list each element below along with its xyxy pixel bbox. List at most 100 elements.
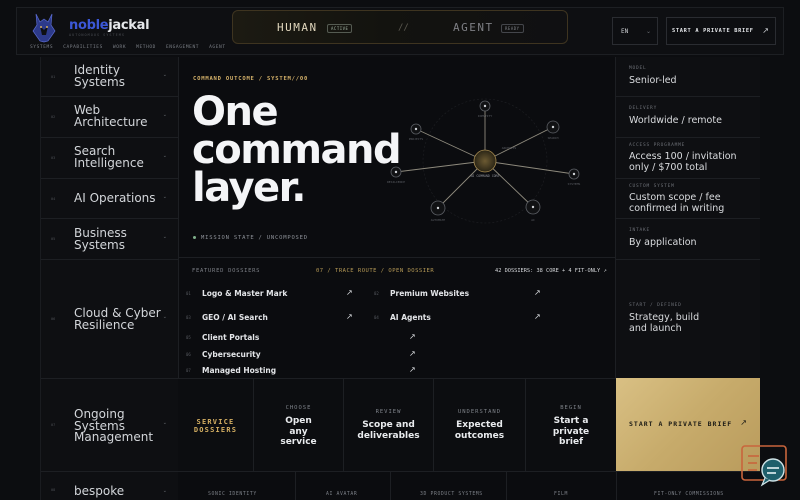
network-center-label: NJ COMMAND CORE: [471, 174, 500, 178]
jackal-logo-icon[interactable]: [31, 13, 57, 43]
fact-start-defined: START / DEFINED Strategy, build and laun…: [616, 260, 760, 378]
action-body: Start a private brief: [552, 416, 590, 447]
dossier-label: Logo & Master Mark: [202, 289, 288, 298]
dossier-geo-ai-search[interactable]: 03 GEO / AI Search ↗: [186, 312, 356, 326]
dossier-number: 01: [186, 291, 191, 296]
sidebar-item-label: Cloud & Cyber Resilience: [74, 306, 161, 332]
agent-status-badge: READY: [501, 24, 524, 33]
mode-switch: HUMAN ACTIVE // AGENT READY: [232, 10, 568, 44]
strip-item-ai-avatar[interactable]: AI AVATAR: [326, 492, 357, 497]
dossier-cybersecurity[interactable]: 06 Cybersecurity ↗: [186, 349, 426, 363]
fact-key: DELIVERY: [629, 106, 658, 111]
nav-engagement[interactable]: ENGAGEMENT: [166, 45, 199, 50]
dossier-label: Premium Websites: [390, 289, 470, 298]
dossier-logo-master-mark[interactable]: 01 Logo & Master Mark ↗: [186, 288, 356, 302]
sidebar-item-number: 06: [51, 317, 56, 321]
sidebar-item-ongoing-systems-management[interactable]: 07 Ongoing Systems Management ⌄: [41, 379, 179, 472]
dossier-number: 04: [374, 315, 379, 320]
dossier-label: Managed Hosting: [202, 366, 277, 375]
dossier-managed-hosting[interactable]: 07 Managed Hosting ↗: [186, 365, 426, 379]
action-begin[interactable]: BEGIN Start a private brief: [526, 379, 616, 472]
action-review[interactable]: REVIEW Scope and deliverables: [344, 379, 434, 472]
nav-capabilities[interactable]: CAPABILITIES: [63, 45, 103, 50]
service-dossiers-tab[interactable]: SERVICE DOSSIERS: [178, 379, 254, 472]
fact-key: START / DEFINED: [629, 303, 682, 308]
sidebar-item-ai-operations[interactable]: 04 AI Operations ⌄: [41, 179, 179, 219]
fact-key: CUSTOM SYSTEM: [629, 184, 675, 189]
sidebar-item-web-architecture[interactable]: 02 Web Architecture ⌄: [41, 97, 179, 138]
strip-item-sonic-identity[interactable]: SONIC IDENTITY: [208, 492, 257, 497]
fact-key: INTAKE: [629, 228, 651, 233]
dossier-number: 06: [186, 352, 191, 357]
mode-agent-toggle[interactable]: AGENT: [453, 21, 494, 34]
nav-method[interactable]: METHOD: [136, 45, 156, 50]
command-core-network[interactable]: NJ COMMAND CORE IDENTITY PROJECTS SEARCH…: [369, 97, 599, 227]
arrow-up-right-icon: ↗: [534, 312, 541, 321]
dossier-premium-websites[interactable]: 02 Premium Websites ↗: [374, 288, 544, 302]
brand-name[interactable]: noblejackal: [69, 18, 150, 33]
language-select[interactable]: EN ⌄: [612, 17, 658, 45]
dossier-label: GEO / AI Search: [202, 313, 268, 322]
fact-value: Strategy, build and launch: [629, 312, 700, 334]
nav-systems[interactable]: SYSTEMS: [30, 45, 53, 50]
action-body: Expected outcomes: [454, 420, 505, 441]
dossier-client-portals[interactable]: 05 Client Portals ↗: [186, 332, 426, 346]
sidebar-item-number: 04: [51, 197, 56, 201]
sidebar-item-identity-systems[interactable]: 01 Identity Systems ⌄: [41, 57, 179, 97]
mission-state-label: MISSION STATE / UNCOMPOSED: [201, 235, 308, 241]
strip-item-3d-product-systems[interactable]: 3D PRODUCT SYSTEMS: [420, 492, 483, 497]
service-dossiers-label: SERVICE DOSSIERS: [193, 418, 238, 434]
sidebar-item-search-intelligence[interactable]: 03 Search Intelligence ⌄: [41, 138, 179, 179]
dossier-label: Client Portals: [202, 333, 260, 342]
command-core-node: [473, 149, 497, 173]
chat-assistant-icon[interactable]: [741, 444, 791, 490]
arrow-up-right-icon: ↗: [409, 349, 416, 358]
sidebar-item-business-systems[interactable]: 05 Business Systems ⌄: [41, 219, 179, 260]
chevron-down-icon: ⌄: [162, 234, 167, 240]
mode-human-toggle[interactable]: HUMAN: [277, 21, 318, 34]
sidebar-item-cloud-cyber-resilience[interactable]: 06 Cloud & Cyber Resilience ⌄: [41, 260, 179, 379]
action-choose[interactable]: CHOOSE Open any service: [254, 379, 344, 472]
featured-route-link[interactable]: 07 / TRACE ROUTE / OPEN DOSSIER: [316, 268, 434, 274]
brand-name-part-2: jackal: [108, 18, 150, 33]
network-node-label: RESILIENCE: [387, 180, 405, 184]
action-body: Scope and deliverables: [357, 420, 420, 441]
start-brief-cta-button[interactable]: START A PRIVATE BRIEF ↗: [616, 378, 760, 471]
dossier-ai-agents[interactable]: 04 AI Agents ↗: [374, 312, 544, 326]
fact-key: ACCESS PROGRAMME: [629, 143, 686, 148]
chevron-down-icon: ⌄: [162, 72, 167, 78]
network-node-label: ARCHIVES: [502, 146, 517, 150]
start-brief-header-label: START A PRIVATE BRIEF: [672, 28, 754, 34]
network-node-label: AUTOMATE: [431, 218, 446, 222]
strip-item-fit-only-commissions[interactable]: FIT-ONLY COMMISSIONS: [654, 492, 724, 497]
sidebar-item-label: Ongoing Systems Management: [74, 407, 154, 444]
chevron-down-icon: ⌄: [162, 194, 167, 200]
mission-state: MISSION STATE / UNCOMPOSED: [193, 235, 308, 241]
dossier-count-link[interactable]: 42 DOSSIERS: 38 CORE + 4 FIT-ONLY ↗: [495, 268, 607, 274]
featured-dossiers-label: FEATURED DOSSIERS: [192, 268, 261, 274]
fact-value: Worldwide / remote: [629, 115, 722, 126]
dossier-number: 05: [186, 335, 191, 340]
fact-model: MODEL Senior-led: [616, 57, 760, 97]
nav-work[interactable]: WORK: [113, 45, 126, 50]
language-value: EN: [621, 28, 629, 35]
specialist-strip: SONIC IDENTITY AI AVATAR 3D PRODUCT SYST…: [178, 471, 760, 500]
sidebar-item-number: 01: [51, 75, 56, 79]
sidebar-item-label: Web Architecture: [74, 103, 148, 129]
action-understand[interactable]: UNDERSTAND Expected outcomes: [434, 379, 526, 472]
nav-agent[interactable]: AGENT: [209, 45, 226, 50]
fact-custom-system: CUSTOM SYSTEM Custom scope / fee confirm…: [616, 179, 760, 219]
chevron-down-icon: ⌄: [162, 314, 167, 320]
strip-divider: [616, 472, 617, 500]
chevron-down-icon: ⌄: [162, 153, 167, 159]
network-node-label: SYSTEMS: [568, 182, 581, 186]
network-node-label: SEARCH: [548, 136, 559, 140]
strip-item-film[interactable]: FILM: [554, 492, 568, 497]
arrow-up-right-icon: ↗: [346, 288, 353, 297]
start-brief-header-button[interactable]: START A PRIVATE BRIEF ↗: [666, 17, 776, 45]
sidebar-item-number: 05: [51, 237, 56, 241]
brand-tagline: AUTONOMOUS SYSTEMS: [69, 33, 125, 37]
sidebar-item-bespoke[interactable]: 08 bespoke ⌄: [41, 472, 179, 500]
fact-key: MODEL: [629, 66, 647, 71]
fact-value: By application: [629, 237, 697, 248]
